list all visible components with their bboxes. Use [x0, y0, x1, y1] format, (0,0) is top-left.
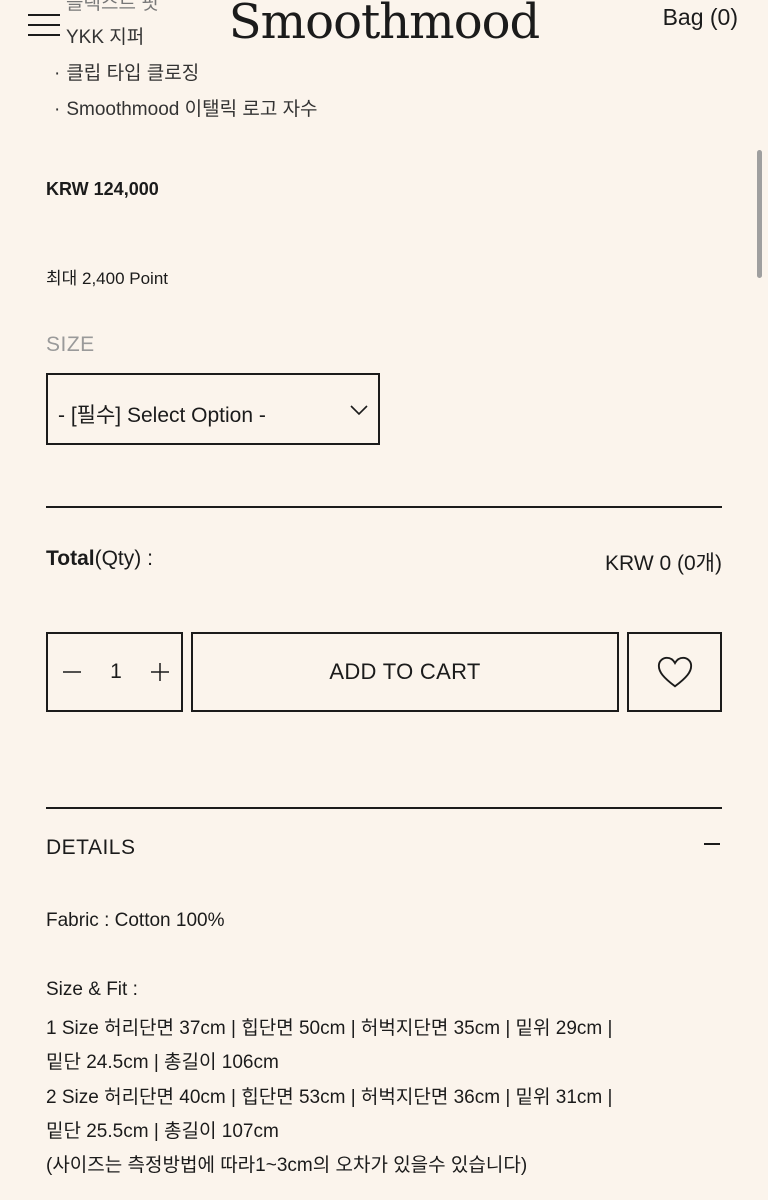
size-fit-line: 2 Size 허리단면 40cm | 힙단면 53cm | 허벅지단면 36cm…: [46, 1087, 613, 1108]
total-value: KRW 0 (0개): [605, 552, 722, 575]
quantity-value[interactable]: 1: [104, 660, 128, 684]
total-label-bold: Total: [46, 547, 95, 570]
feature-item: · 클립 타입 클로징: [54, 63, 200, 84]
total-label-qty: (Qty) :: [94, 547, 153, 570]
size-fit-title: Size & Fit :: [46, 979, 138, 1000]
size-select-value: - [필수] Select Option -: [58, 404, 266, 427]
wishlist-button[interactable]: [627, 632, 722, 712]
details-heading[interactable]: DETAILS: [46, 836, 135, 860]
quantity-stepper: 1: [46, 632, 183, 712]
bag-link[interactable]: Bag (0): [663, 4, 738, 31]
feature-item-partial: 블랙스트 핏: [66, 0, 159, 14]
size-label: SIZE: [46, 333, 95, 356]
product-price: KRW 124,000: [46, 179, 159, 199]
feature-item-text: 클립 타입 클로징: [66, 63, 200, 84]
add-to-cart-button[interactable]: ADD TO CART: [191, 632, 619, 712]
feature-item-text: Smoothmood 이탤릭 로고 자수: [66, 99, 318, 120]
feature-item: · Smoothmood 이탤릭 로고 자수: [54, 99, 318, 120]
size-fit-line: 밑단 25.5cm | 총길이 107cm: [46, 1121, 279, 1142]
total-label: Total(Qty) :: [46, 547, 153, 571]
collapse-icon[interactable]: [704, 843, 720, 845]
divider: [46, 807, 722, 809]
minus-icon[interactable]: [60, 660, 84, 684]
size-fit-note: (사이즈는 측정방법에 따라1~3cm의 오차가 있을수 있습니다): [46, 1155, 528, 1176]
heart-icon: [657, 656, 693, 688]
size-fit-line: 밑단 24.5cm | 총길이 106cm: [46, 1052, 279, 1073]
reward-point: 최대 2,400 Point: [46, 269, 169, 288]
plus-icon[interactable]: [148, 660, 172, 684]
divider: [46, 506, 722, 508]
scrollbar[interactable]: [757, 150, 762, 278]
chevron-down-icon: [350, 405, 368, 416]
size-select[interactable]: - [필수] Select Option -: [46, 373, 380, 445]
size-fit-line: 1 Size 허리단면 37cm | 힙단면 50cm | 허벅지단면 35cm…: [46, 1018, 613, 1039]
feature-item: YKK 지퍼: [66, 27, 145, 48]
fabric-text: Fabric : Cotton 100%: [46, 910, 225, 931]
